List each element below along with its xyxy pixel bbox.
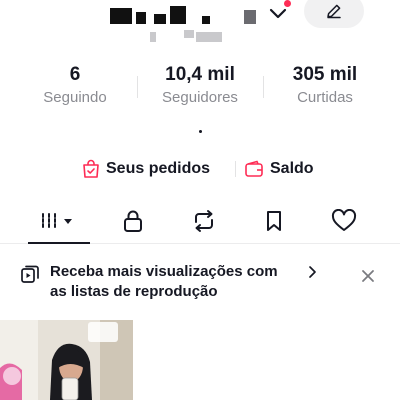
pencil-icon: [327, 4, 341, 19]
close-icon[interactable]: [360, 268, 376, 284]
stat-label: Seguidores: [162, 89, 238, 106]
edit-profile-button[interactable]: [304, 0, 364, 28]
stat-value: 6: [69, 64, 81, 85]
stat-divider: [263, 76, 264, 98]
blurred-username: [110, 4, 260, 26]
stat-label: Seguindo: [43, 89, 107, 106]
playlist-icon: [21, 265, 39, 283]
stat-divider: [137, 76, 138, 98]
stat-value: 305 mil: [292, 64, 358, 85]
stat-likes[interactable]: 305 mil Curtidas: [265, 64, 385, 108]
orders-label: Seus pedidos: [106, 160, 211, 177]
stat-followers[interactable]: 10,4 mil Seguidores: [140, 64, 260, 108]
tab-liked[interactable]: [309, 200, 379, 242]
heart-icon: [331, 209, 357, 231]
balance-label: Saldo: [270, 160, 314, 177]
bookmark-icon: [267, 211, 281, 231]
banner-line-2: as listas de reprodução: [50, 283, 218, 300]
tab-videos[interactable]: [24, 200, 94, 242]
banner-text: Receba mais visualizações com as listas …: [50, 262, 330, 302]
stat-label: Curtidas: [297, 89, 353, 106]
blurred-handle: [150, 28, 240, 42]
profile-tabs: [0, 200, 400, 244]
playlist-promo-banner[interactable]: Receba mais visualizações com as listas …: [0, 262, 400, 306]
wallet-icon: [245, 160, 263, 177]
orders-link[interactable]: Seus pedidos: [82, 156, 210, 182]
chevron-right-icon: [309, 266, 316, 278]
repost-icon: [195, 210, 213, 232]
profile-stats: 6 Seguindo 10,4 mil Seguidores 305 mil C…: [0, 64, 400, 108]
active-tab-indicator: [28, 242, 90, 244]
bio-text: [199, 130, 202, 133]
grid-icon: [42, 213, 72, 229]
lock-icon: [124, 210, 142, 232]
tab-favorites[interactable]: [239, 200, 309, 242]
tab-reposts[interactable]: [169, 200, 239, 242]
tab-private[interactable]: [98, 200, 168, 242]
video-thumbnail-image: [0, 320, 133, 400]
balance-link[interactable]: Saldo: [244, 156, 314, 182]
shopping-bag-icon: [83, 159, 99, 178]
stat-following[interactable]: 6 Seguindo: [15, 64, 135, 108]
notification-dot: [284, 0, 291, 7]
commerce-links: Seus pedidos Saldo: [0, 156, 400, 182]
banner-line-1: Receba mais visualizações com: [50, 263, 278, 280]
video-thumbnail[interactable]: [0, 320, 133, 400]
profile-header: [0, 0, 400, 50]
stat-value: 10,4 mil: [165, 64, 235, 85]
commerce-divider: [235, 161, 236, 177]
